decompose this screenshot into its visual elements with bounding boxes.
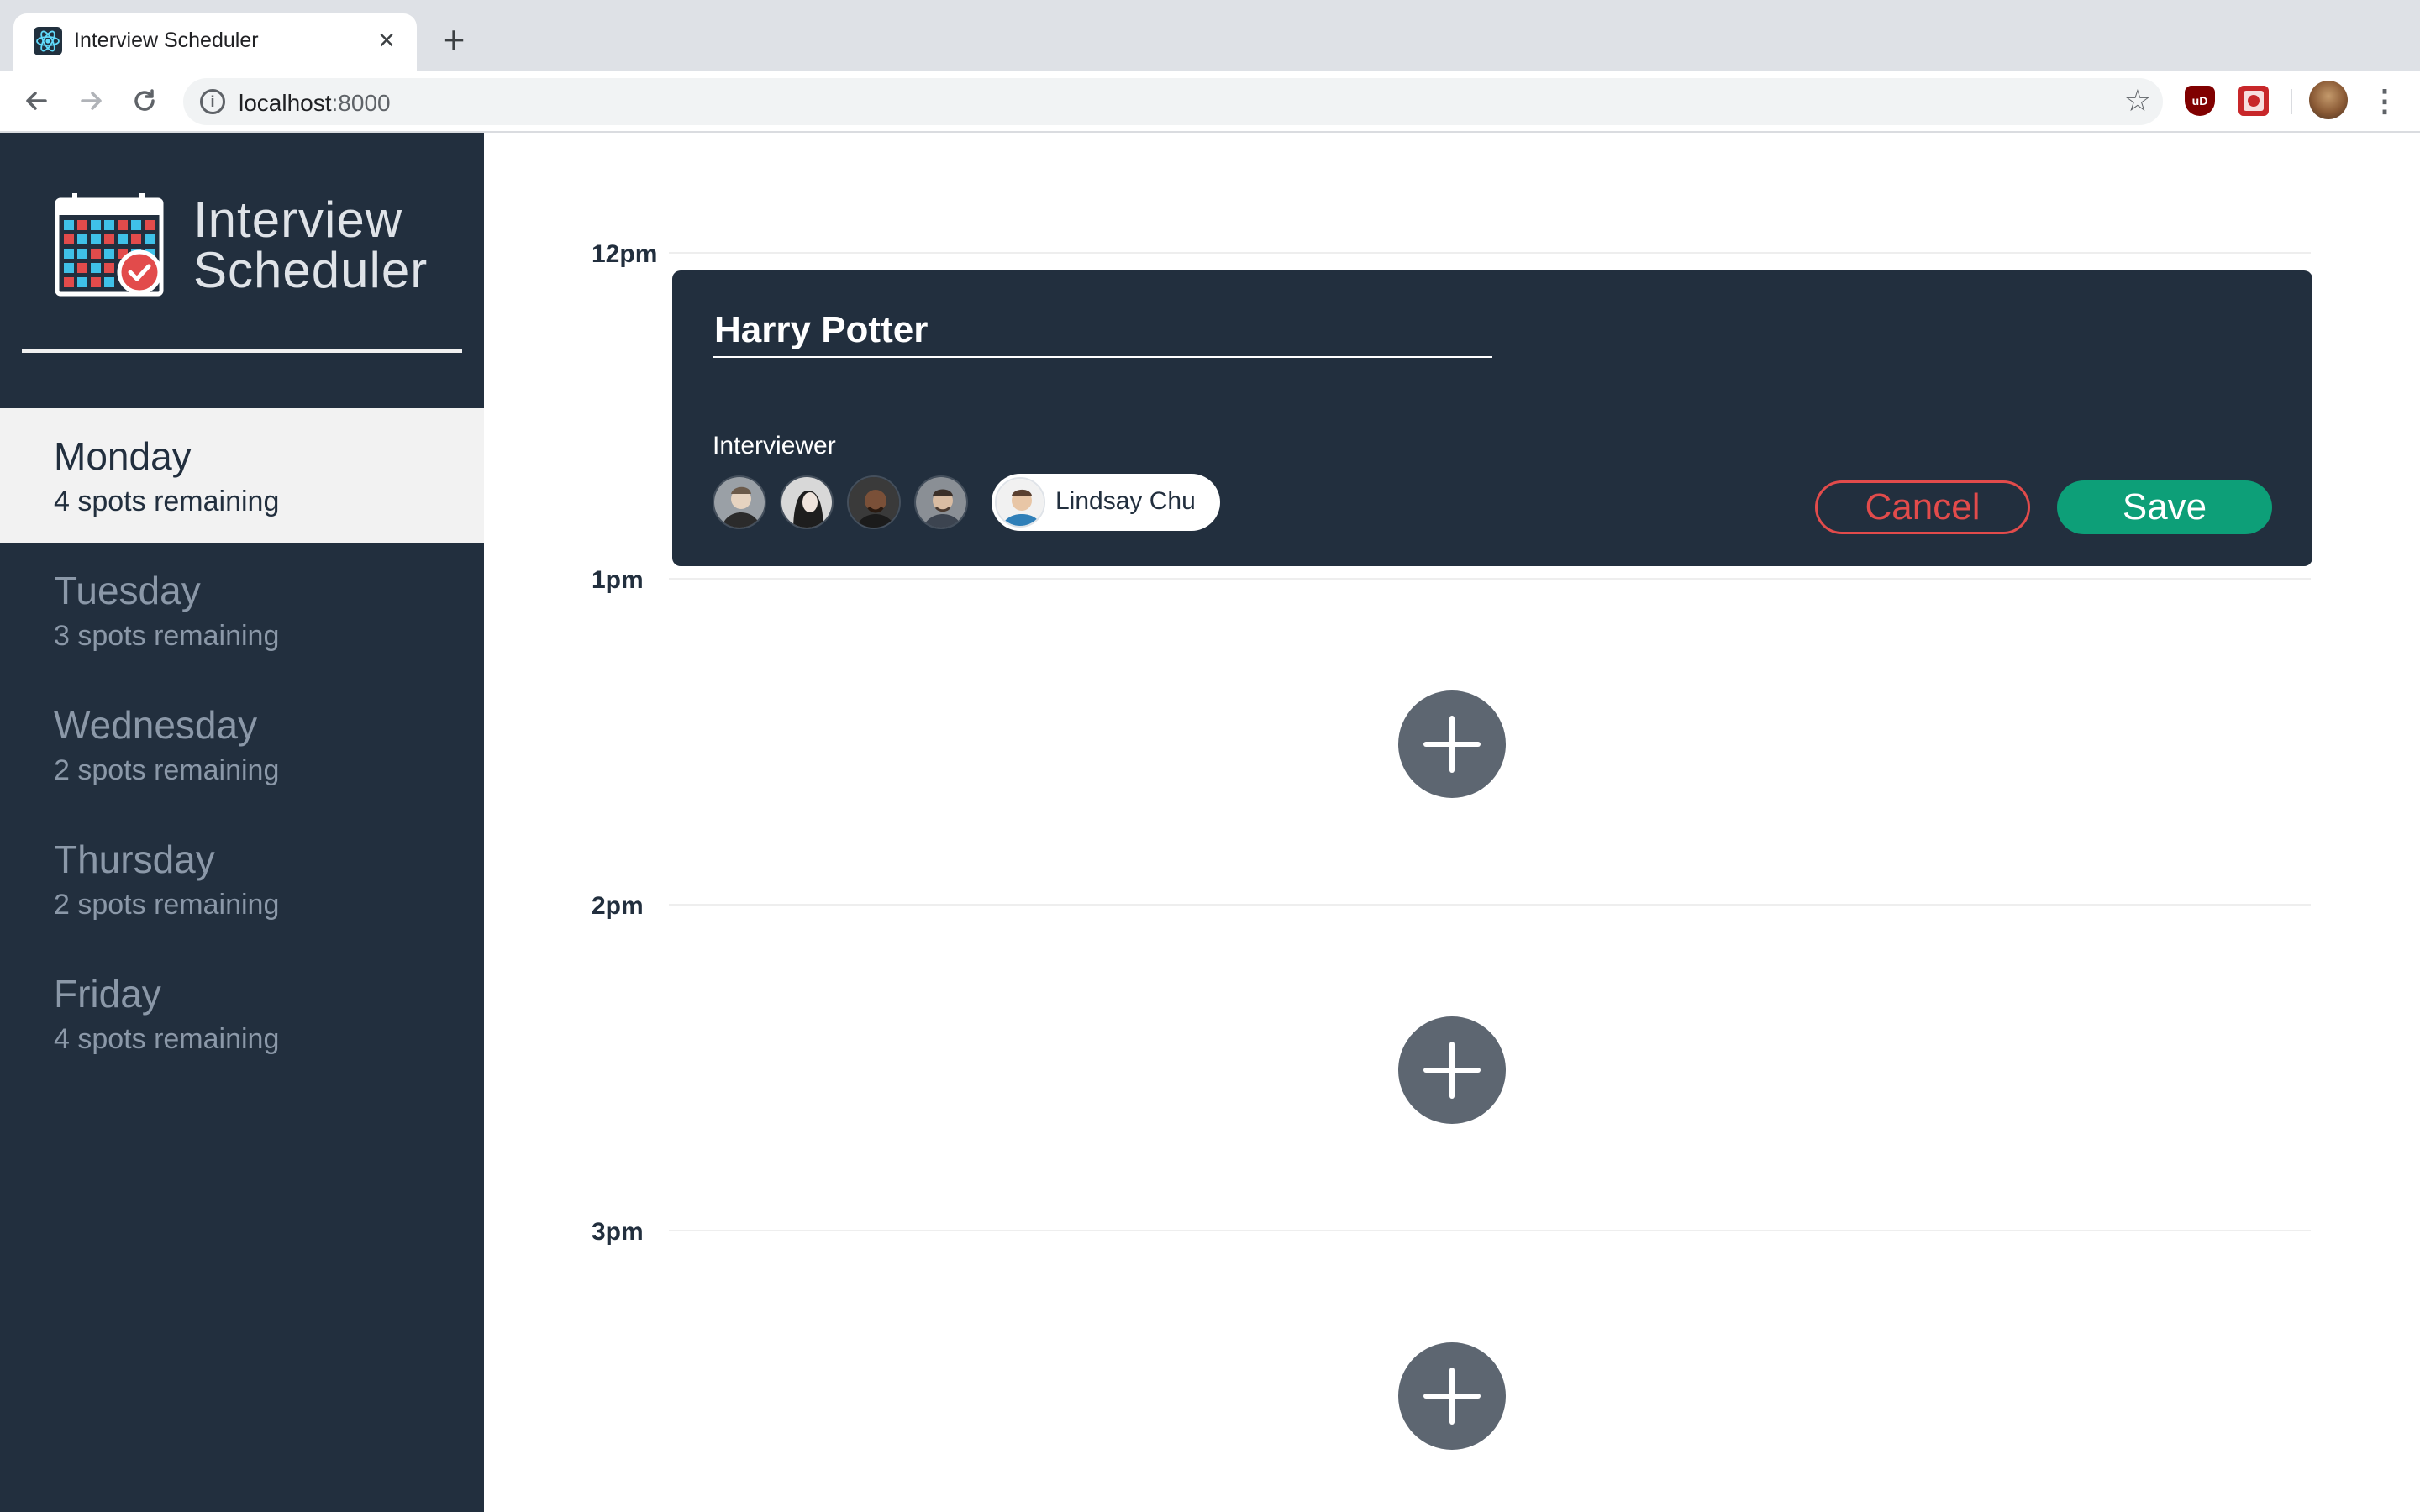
browser-menu-icon[interactable]: ⋮: [2370, 81, 2400, 121]
add-appointment-button[interactable]: [1398, 690, 1506, 798]
slot-divider: [669, 1230, 2311, 1231]
day-name: Thursday: [54, 837, 215, 881]
schedule-main: 12pm Interviewer Lindsay Chu: [484, 133, 2420, 1512]
selected-interviewer-name: Lindsay Chu: [1055, 487, 1196, 515]
day-item-friday[interactable]: Friday 4 spots remaining: [0, 946, 484, 1080]
selected-interviewer-pill[interactable]: Lindsay Chu: [992, 474, 1220, 531]
day-spots: 2 spots remaining: [54, 889, 280, 921]
interviewer-label: Interviewer: [713, 432, 836, 459]
day-spots: 3 spots remaining: [54, 620, 280, 652]
day-name: Wednesday: [54, 703, 258, 747]
slot-divider: [669, 904, 2311, 906]
time-label-1pm: 1pm: [592, 566, 644, 594]
profile-avatar[interactable]: [2309, 81, 2348, 119]
site-info-icon[interactable]: i: [200, 89, 225, 114]
time-label-12pm: 12pm: [592, 240, 658, 268]
interviewer-avatar-2[interactable]: [780, 475, 834, 529]
app-root: Interview Scheduler Monday 4 spots remai…: [0, 133, 2420, 1512]
interviewer-avatar-4[interactable]: [914, 475, 968, 529]
time-label-3pm: 3pm: [592, 1218, 644, 1246]
day-name: Friday: [54, 972, 161, 1016]
add-appointment-button[interactable]: [1398, 1342, 1506, 1450]
day-item-monday[interactable]: Monday 4 spots remaining: [0, 408, 484, 543]
brand-divider: [22, 349, 462, 353]
appointment-form: Interviewer Lindsay Chu Cancel Save: [672, 270, 2312, 566]
back-arrow-icon[interactable]: [17, 81, 57, 121]
day-item-tuesday[interactable]: Tuesday 3 spots remaining: [0, 543, 484, 677]
app-brand: Interview Scheduler: [193, 195, 428, 296]
bookmark-star-icon[interactable]: ☆: [2124, 83, 2151, 118]
day-spots: 2 spots remaining: [54, 754, 280, 786]
tab-title: Interview Scheduler: [74, 29, 259, 52]
ublock-extension-icon[interactable]: uD: [2185, 86, 2215, 116]
interviewer-avatar-1[interactable]: [713, 475, 766, 529]
address-url[interactable]: localhost:8000: [239, 90, 391, 117]
browser-toolbar: i localhost:8000 ☆ uD ⋮: [0, 71, 2420, 133]
time-label-2pm: 2pm: [592, 892, 644, 920]
save-button[interactable]: Save: [2057, 480, 2272, 534]
toolbar-divider: [2291, 89, 2292, 114]
brand-line-1: Interview: [193, 192, 403, 248]
forward-arrow-icon[interactable]: [71, 81, 111, 121]
interviewer-avatar-selected: [995, 477, 1045, 528]
day-item-thursday[interactable]: Thursday 2 spots remaining: [0, 811, 484, 946]
react-favicon-icon: [34, 27, 62, 55]
interviewer-avatar-3[interactable]: [847, 475, 901, 529]
extension-icon[interactable]: [2238, 86, 2269, 116]
day-spots: 4 spots remaining: [54, 1023, 280, 1055]
day-item-wednesday[interactable]: Wednesday 2 spots remaining: [0, 677, 484, 811]
day-spots: 4 spots remaining: [54, 486, 280, 517]
new-tab-button[interactable]: +: [434, 20, 474, 60]
calendar-check-icon: [54, 192, 168, 297]
cancel-button[interactable]: Cancel: [1815, 480, 2030, 534]
tab-close-icon[interactable]: ×: [370, 24, 403, 57]
browser-tabstrip: Interview Scheduler × +: [0, 0, 2420, 71]
add-appointment-button[interactable]: [1398, 1016, 1506, 1124]
brand-line-2: Scheduler: [193, 242, 429, 298]
address-bar[interactable]: i localhost:8000 ☆: [183, 78, 2163, 125]
day-name: Monday: [54, 434, 192, 478]
student-name-input[interactable]: [713, 304, 1492, 358]
slot-divider: [669, 578, 2311, 580]
slot-divider: [669, 252, 2311, 254]
day-name: Tuesday: [54, 569, 201, 612]
sidebar: Interview Scheduler Monday 4 spots remai…: [0, 133, 484, 1512]
reload-icon[interactable]: [124, 81, 165, 121]
browser-tab[interactable]: Interview Scheduler ×: [13, 13, 417, 71]
